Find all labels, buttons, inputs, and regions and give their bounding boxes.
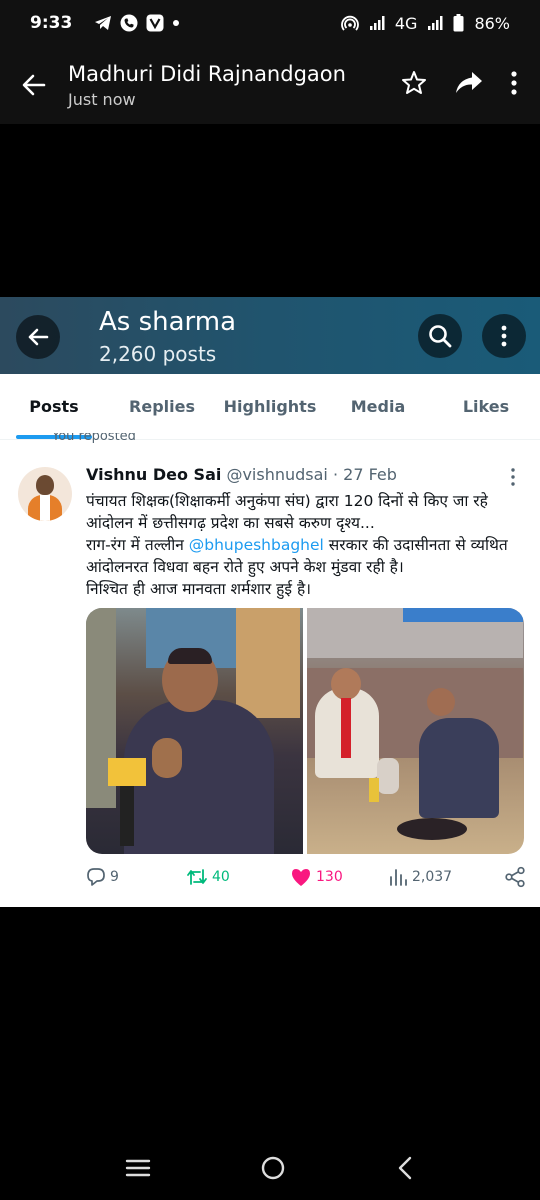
signal-icon-2 xyxy=(427,15,443,31)
like-button[interactable]: 130 xyxy=(290,867,388,887)
profile-search-button[interactable] xyxy=(418,314,462,358)
repost-icon xyxy=(187,869,207,885)
views-icon xyxy=(390,869,407,886)
media-photo-1[interactable] xyxy=(86,608,303,854)
viewer-actions xyxy=(400,69,518,101)
reposted-label: You reposted xyxy=(52,433,136,445)
tweet-text-fragment: राग-रंग में तल्लीन xyxy=(86,536,189,554)
phone-icon xyxy=(120,14,138,32)
viewer-titles: Madhuri Didi Rajnandgaon Just now xyxy=(68,62,400,109)
tweet-text: पंचायत शिक्षक(शिक्षाकर्मी अनुकंपा संघ) द… xyxy=(86,490,526,600)
reply-icon xyxy=(87,868,105,886)
recent-apps-button[interactable] xyxy=(125,1157,151,1183)
network-type: 4G xyxy=(394,13,418,33)
profile-header: As sharma 2,260 posts xyxy=(0,297,540,374)
back-button[interactable] xyxy=(0,72,68,98)
chevron-left-icon xyxy=(399,1156,412,1180)
arrow-left-icon xyxy=(28,328,49,346)
tweet-actions: 9 40 130 2,037 xyxy=(86,865,526,889)
more-vertical-icon xyxy=(511,468,515,486)
status-bar: 9:33 4G 86% xyxy=(0,0,540,46)
tab-highlights[interactable]: Highlights xyxy=(216,374,324,439)
arrow-left-icon xyxy=(22,74,46,96)
home-button[interactable] xyxy=(260,1155,286,1185)
tweet-author[interactable]: Vishnu Deo Sai xyxy=(86,465,221,484)
shared-screenshot: As sharma 2,260 posts Posts Replies High… xyxy=(0,297,540,907)
share-button[interactable] xyxy=(504,866,526,888)
tweet-text-line: आंदोलन में छत्तीसगढ़ प्रदेश का सबसे करुण… xyxy=(86,514,375,532)
tweet-text-line: आंदोलनरत विधवा बहन रोते हुए अपने केश मुं… xyxy=(86,558,404,576)
system-nav-bar xyxy=(0,1140,540,1200)
like-count: 130 xyxy=(316,869,343,885)
tab-likes[interactable]: Likes xyxy=(432,374,540,439)
signal-icon xyxy=(369,15,385,31)
repost-count: 40 xyxy=(212,869,230,885)
tweet-more-button[interactable] xyxy=(503,467,523,487)
tab-media[interactable]: Media xyxy=(324,374,432,439)
hotspot-icon xyxy=(341,14,359,32)
tweet-handle[interactable]: @vishnudsai xyxy=(226,465,327,484)
sent-time: Just now xyxy=(68,89,136,109)
forward-button[interactable] xyxy=(454,69,484,101)
battery-icon xyxy=(453,14,464,32)
share-icon xyxy=(505,866,525,888)
tweet-separator: · xyxy=(332,465,339,484)
dot-icon xyxy=(172,19,180,27)
more-options-button[interactable] xyxy=(510,70,518,100)
tweet-text-line: निश्चित ही आज मानवता शर्मशार हुई है। xyxy=(86,580,312,598)
mention-link[interactable]: @bhupeshbaghel xyxy=(189,536,324,554)
star-button[interactable] xyxy=(400,69,428,101)
notification-icons xyxy=(94,14,180,32)
search-icon xyxy=(429,325,452,348)
tweet-date[interactable]: 27 Feb xyxy=(343,465,397,484)
repost-button[interactable]: 40 xyxy=(186,867,290,887)
reply-count: 9 xyxy=(110,869,119,885)
heart-icon xyxy=(292,869,310,886)
reposted-text: You reposted xyxy=(52,433,136,444)
more-vertical-icon xyxy=(501,325,507,347)
viewer-header: Madhuri Didi Rajnandgaon Just now xyxy=(0,46,540,124)
star-icon xyxy=(402,71,426,94)
tweet-text-line: पंचायत शिक्षक(शिक्षाकर्मी अनुकंपा संघ) द… xyxy=(86,492,488,510)
battery-percent: 86% xyxy=(474,13,510,33)
tweet-media xyxy=(86,608,524,854)
status-time: 9:33 xyxy=(30,13,73,33)
reply-button[interactable]: 9 xyxy=(86,867,186,887)
nav-back-button[interactable] xyxy=(395,1155,415,1185)
profile-back-button[interactable] xyxy=(16,315,60,359)
tweet-text-fragment: सरकार की उदासीनता से व्यथित xyxy=(323,536,508,554)
more-vertical-icon xyxy=(511,71,517,95)
profile-more-button[interactable] xyxy=(482,314,526,358)
sender-name: Madhuri Didi Rajnandgaon xyxy=(68,61,346,86)
telegram-icon xyxy=(94,15,112,31)
tweet-header: Vishnu Deo Sai @vishnudsai · 27 Feb xyxy=(86,465,397,484)
media-photo-2[interactable] xyxy=(307,608,524,854)
views-button[interactable]: 2,037 xyxy=(388,867,492,887)
menu-lines-icon xyxy=(125,1159,150,1177)
profile-posts-count: 2,260 posts xyxy=(99,342,217,366)
view-count: 2,037 xyxy=(412,869,453,885)
tweet-text-line: राग-रंग में तल्लीन @bhupeshbaghel सरकार … xyxy=(86,534,526,556)
tab-posts[interactable]: Posts xyxy=(0,374,108,439)
forward-icon xyxy=(456,72,482,93)
vpn-icon xyxy=(146,14,164,32)
avatar[interactable] xyxy=(18,467,72,521)
system-indicators: 4G 86% xyxy=(341,14,510,33)
home-circle-icon xyxy=(261,1156,285,1180)
profile-name: As sharma xyxy=(99,307,237,337)
tab-replies[interactable]: Replies xyxy=(108,374,216,439)
profile-tabs: Posts Replies Highlights Media Likes xyxy=(0,374,540,440)
